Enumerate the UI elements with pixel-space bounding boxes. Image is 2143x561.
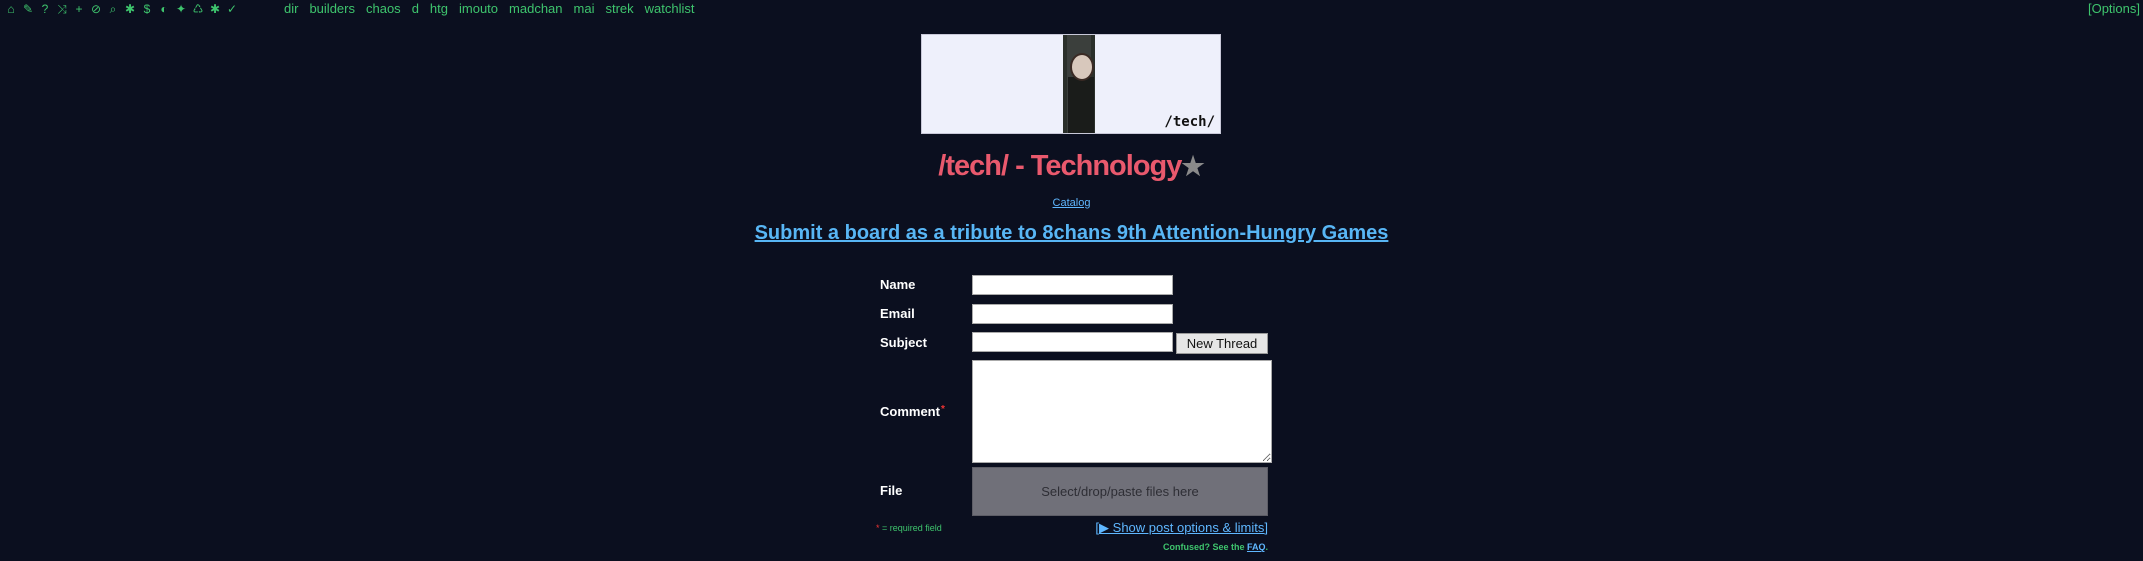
required-note-text: = required field — [879, 523, 942, 533]
board-link-madchan[interactable]: madchan — [509, 0, 562, 18]
ban-icon[interactable]: ⊘ — [90, 0, 102, 18]
bug-icon[interactable]: ✱ — [209, 0, 221, 18]
board-link-mai[interactable]: mai — [574, 0, 595, 18]
faq-suffix: . — [1265, 542, 1268, 552]
email-field[interactable] — [972, 304, 1173, 324]
faq-prefix: Confused? See the — [1162, 542, 1247, 552]
name-label: Name — [880, 277, 916, 292]
board-link-htg[interactable]: htg — [430, 0, 448, 18]
check-circle-icon[interactable]: ✓ — [226, 0, 238, 18]
announcement-link[interactable]: Submit a board as a tribute to 8chans 9t… — [755, 222, 1389, 244]
board-link-d[interactable]: d — [412, 0, 419, 18]
tags-icon[interactable]: ✎ — [22, 0, 34, 18]
help-icon[interactable]: ? — [39, 0, 51, 18]
board-link-chaos[interactable]: chaos — [366, 0, 401, 18]
board-title-text: /tech/ - Technology — [938, 150, 1182, 182]
options-link[interactable]: [Options] — [2088, 0, 2140, 18]
comment-label: Comment* — [880, 404, 945, 419]
banner-label: /tech/ — [1164, 114, 1215, 130]
board-link-watchlist[interactable]: watchlist — [645, 0, 695, 18]
board-link-strek[interactable]: strek — [605, 0, 633, 18]
top-nav-icons: ⌂ ✎ ? ⤨ + ⊘ ⌕ ✱ $ ◐ ✦ ♺ ✱ ✓ — [5, 0, 238, 18]
board-links: dir builders chaos d htg imouto madchan … — [284, 0, 695, 18]
subject-field[interactable] — [972, 332, 1173, 352]
required-field-note: * = required field — [876, 523, 942, 533]
faq-note: Confused? See the FAQ. — [1050, 542, 1268, 552]
recycle-icon[interactable]: ♺ — [192, 0, 204, 18]
gear-icon[interactable]: ✱ — [124, 0, 136, 18]
dropzone-text: Select/drop/paste files here — [1041, 484, 1199, 499]
file-dropzone[interactable]: Select/drop/paste files here — [972, 467, 1268, 516]
board-link-imouto[interactable]: imouto — [459, 0, 498, 18]
catalog-link[interactable]: Catalog — [1053, 197, 1091, 209]
twitter-icon[interactable]: ✦ — [175, 0, 187, 18]
name-field[interactable] — [972, 275, 1173, 295]
post-options-link[interactable]: [▶ Show post options & limits] — [1095, 520, 1268, 535]
board-link-dir[interactable]: dir — [284, 0, 298, 18]
board-title: /tech/ - Technology★ — [0, 150, 2143, 183]
top-nav-bar: ⌂ ✎ ? ⤨ + ⊘ ⌕ ✱ $ ◐ ✦ ♺ ✱ ✓ dir builders… — [0, 0, 2143, 18]
comment-textarea[interactable] — [972, 360, 1272, 463]
search-icon[interactable]: ⌕ — [107, 0, 119, 18]
board-banner[interactable]: /tech/ — [921, 34, 1221, 134]
subject-label: Subject — [880, 335, 927, 350]
faq-link[interactable]: FAQ — [1247, 542, 1266, 552]
favorite-star-icon[interactable]: ★ — [1181, 151, 1204, 181]
contrast-icon[interactable]: ◐ — [158, 0, 170, 18]
dollar-icon[interactable]: $ — [141, 0, 153, 18]
banner-figure — [1068, 77, 1094, 133]
announcement-container: Submit a board as a tribute to 8chans 9t… — [0, 222, 2143, 245]
catalog-container: Catalog — [0, 197, 2143, 209]
plus-icon[interactable]: + — [73, 0, 85, 18]
post-options-container: [▶ Show post options & limits] — [1090, 520, 1268, 536]
home-icon[interactable]: ⌂ — [5, 0, 17, 18]
board-link-builders[interactable]: builders — [309, 0, 355, 18]
required-asterisk: * — [940, 404, 945, 415]
file-label: File — [880, 483, 903, 498]
email-label: Email — [880, 306, 915, 321]
banner-figure-head — [1070, 53, 1094, 81]
shuffle-icon[interactable]: ⤨ — [56, 0, 68, 18]
comment-label-text: Comment — [880, 404, 940, 419]
new-thread-button[interactable]: New Thread — [1176, 333, 1268, 354]
